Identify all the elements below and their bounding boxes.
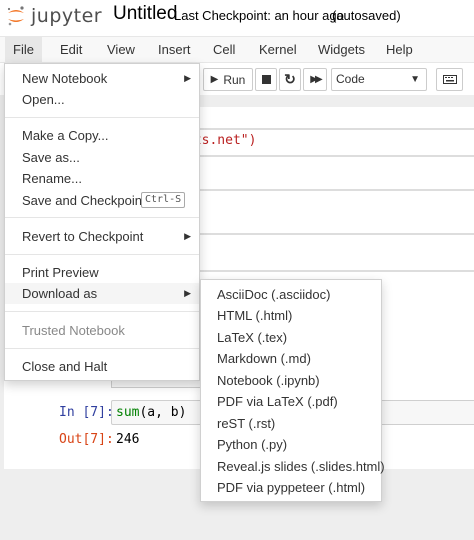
- command-palette-button[interactable]: [436, 68, 463, 91]
- menu-new-notebook[interactable]: New Notebook ▶: [5, 68, 199, 89]
- keyboard-icon: [442, 73, 457, 87]
- download-pdf-latex[interactable]: PDF via LaTeX (.pdf): [201, 391, 381, 412]
- code-function: sum: [116, 405, 140, 420]
- restart-icon: ↻: [284, 71, 296, 87]
- cell-border: [186, 155, 474, 157]
- output-value: 246: [116, 432, 140, 447]
- file-menu-dropdown: New Notebook ▶ Open... Make a Copy... Sa…: [4, 63, 200, 381]
- menu-edit[interactable]: Edit: [52, 37, 90, 62]
- download-pdf-pyppeteer[interactable]: PDF via pyppeteer (.html): [201, 477, 381, 498]
- menu-divider: [5, 348, 199, 349]
- menu-new-notebook-label: New Notebook: [22, 71, 108, 86]
- shortcut-badge: Ctrl-S: [141, 192, 186, 208]
- chevron-down-icon: ▼: [410, 74, 420, 85]
- run-button[interactable]: ▶ Run: [203, 68, 253, 91]
- menu-make-copy[interactable]: Make a Copy...: [5, 125, 199, 146]
- menu-file[interactable]: File: [5, 37, 42, 62]
- logo-text: jupyter: [31, 5, 103, 27]
- output-prompt: Out[7]:: [59, 432, 114, 447]
- menu-print-preview[interactable]: Print Preview: [5, 262, 199, 283]
- cell-border: [186, 128, 474, 130]
- cell-type-select[interactable]: Code ▼: [331, 68, 427, 91]
- menu-insert[interactable]: Insert: [150, 37, 199, 62]
- checkpoint-status: Last Checkpoint: an hour ago: [174, 8, 344, 23]
- download-latex[interactable]: LaTeX (.tex): [201, 327, 381, 348]
- run-label: Run: [223, 72, 246, 87]
- download-html[interactable]: HTML (.html): [201, 305, 381, 326]
- menu-cell[interactable]: Cell: [205, 37, 243, 62]
- caret-right-icon: ▶: [184, 288, 191, 298]
- cell-border: [186, 189, 474, 191]
- download-revealjs[interactable]: Reveal.js slides (.slides.html): [201, 456, 385, 477]
- jupyter-logo-icon: [6, 5, 26, 27]
- autosave-status: (autosaved): [332, 8, 401, 23]
- restart-run-all-button[interactable]: ▶▶: [303, 68, 327, 91]
- menu-divider: [5, 217, 199, 218]
- menu-close-halt[interactable]: Close and Halt: [5, 356, 199, 377]
- caret-right-icon: ▶: [184, 73, 191, 83]
- menu-help[interactable]: Help: [378, 37, 421, 62]
- download-rest[interactable]: reST (.rst): [201, 413, 381, 434]
- menubar: File Edit View Insert Cell Kernel Widget…: [0, 36, 474, 63]
- restart-button[interactable]: ↻: [279, 68, 301, 91]
- stop-button[interactable]: [255, 68, 277, 91]
- menu-divider: [5, 311, 199, 312]
- notebook-title[interactable]: Untitled: [113, 3, 177, 25]
- menu-save-checkpoint-label: Save and Checkpoint: [22, 193, 146, 208]
- menu-view[interactable]: View: [99, 37, 143, 62]
- download-notebook[interactable]: Notebook (.ipynb): [201, 370, 381, 391]
- cell-border: [186, 233, 474, 235]
- caret-right-icon: ▶: [184, 231, 191, 241]
- download-as-submenu: AsciiDoc (.asciidoc) HTML (.html) LaTeX …: [200, 279, 385, 502]
- menu-revert-label: Revert to Checkpoint: [22, 229, 144, 244]
- jupyter-logo[interactable]: jupyter: [6, 5, 103, 27]
- input-prompt: In [7]:: [59, 405, 114, 420]
- code-cell-text[interactable]: sum(a, b): [116, 405, 186, 420]
- cell-border: [186, 270, 474, 272]
- menu-revert-checkpoint[interactable]: Revert to Checkpoint ▶: [5, 226, 199, 247]
- menu-download-as-label: Download as: [22, 286, 98, 301]
- menu-kernel[interactable]: Kernel: [251, 37, 305, 62]
- menu-open[interactable]: Open...: [5, 89, 199, 110]
- fast-forward-icon: ▶▶: [310, 74, 323, 85]
- menu-download-as[interactable]: Download as ▶: [5, 283, 199, 304]
- stop-icon: [261, 75, 271, 84]
- menu-divider: [5, 254, 199, 255]
- menu-save-as[interactable]: Save as...: [5, 147, 199, 168]
- download-asciidoc[interactable]: AsciiDoc (.asciidoc): [201, 284, 381, 305]
- code-args: (a, b): [139, 405, 187, 420]
- menu-rename[interactable]: Rename...: [5, 168, 199, 189]
- header: jupyter Untitled Last Checkpoint: an hou…: [0, 0, 474, 36]
- cell-type-value: Code: [336, 72, 365, 86]
- menu-save-checkpoint[interactable]: Save and Checkpoint Ctrl-S: [5, 190, 199, 211]
- download-markdown[interactable]: Markdown (.md): [201, 348, 381, 369]
- play-icon: ▶: [210, 74, 219, 85]
- download-python[interactable]: Python (.py): [201, 434, 381, 455]
- menu-trusted-notebook[interactable]: Trusted Notebook: [5, 320, 199, 341]
- menu-divider: [5, 117, 199, 118]
- menu-widgets[interactable]: Widgets: [310, 37, 373, 62]
